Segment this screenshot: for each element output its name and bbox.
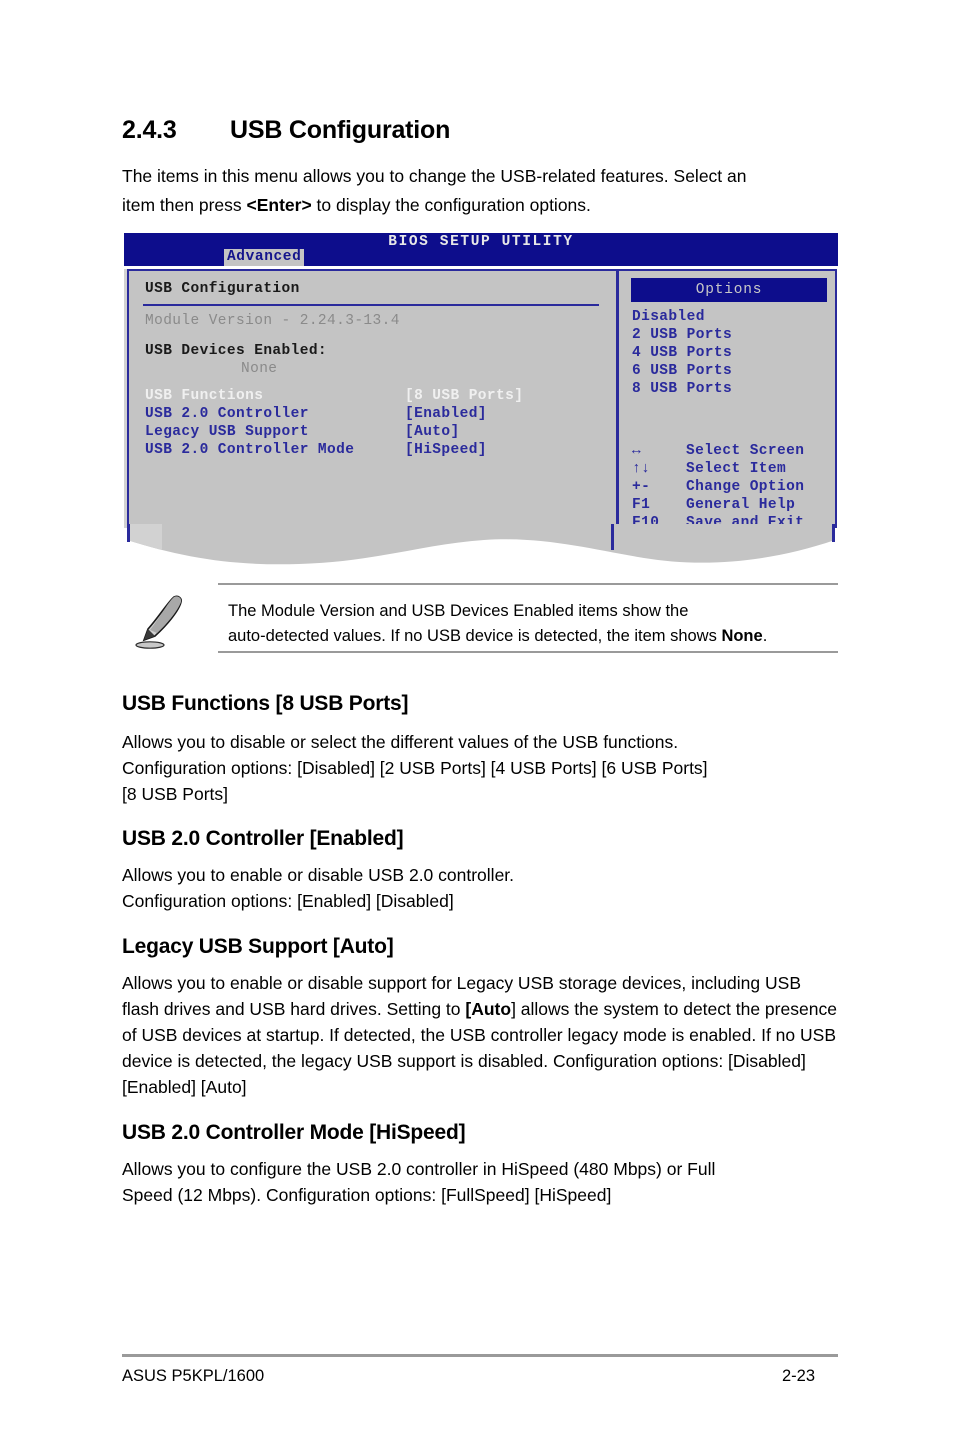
body-usb-functions: Allows you to disable or select the diff… — [122, 729, 840, 807]
body-line: Allows you to configure the USB 2.0 cont… — [122, 1159, 716, 1179]
subheading-legacy-usb-support: Legacy USB Support [Auto] — [122, 935, 394, 958]
body-line: Configuration options: [Enabled] [Disabl… — [122, 891, 454, 911]
nav-key-desc: Select Screen — [686, 443, 805, 459]
body-line: Configuration options: [Disabled] [2 USB… — [122, 758, 708, 778]
nav-key-desc: Select Item — [686, 461, 787, 477]
body-usb-20-controller: Allows you to enable or disable USB 2.0 … — [122, 862, 840, 914]
bios-panel-rule — [143, 304, 599, 306]
setting-value: [Auto] — [405, 424, 460, 440]
page-title: 2.4.3 USB Configuration — [122, 116, 842, 145]
body-line: Allows you to enable or disable USB 2.0 … — [122, 865, 515, 885]
up-down-arrow-icon: ↑↓ — [632, 461, 651, 477]
pencil-note-icon — [135, 595, 182, 649]
bios-panel-title: USB Configuration — [145, 281, 300, 297]
bios-window-title: BIOS SETUP UTILITY — [388, 234, 574, 250]
setting-row-usb-20-controller-mode[interactable]: USB 2.0 Controller Mode [HiSpeed] — [145, 442, 595, 460]
tab-advanced[interactable]: Advanced — [224, 249, 305, 266]
intro-line-2-pre: item then press — [122, 195, 247, 215]
torn-edge-decoration — [127, 524, 835, 565]
setting-row-usb-functions[interactable]: USB Functions [8 USB Ports] — [145, 388, 595, 406]
note-callout: The Module Version and USB Devices Enabl… — [130, 583, 838, 653]
auto-emphasis: [Auto — [465, 999, 512, 1019]
note-line-1: The Module Version and USB Devices Enabl… — [228, 602, 689, 620]
note-divider-top — [218, 583, 838, 585]
options-list: Disabled 2 USB Ports 4 USB Ports 6 USB P… — [632, 309, 832, 399]
subheading-usb-20-controller-mode: USB 2.0 Controller Mode [HiSpeed] — [122, 1121, 466, 1144]
note-line-2-pre: auto-detected values. If no USB device i… — [228, 627, 722, 645]
manual-page: 2.4.3 USB Configuration The items in this… — [0, 0, 954, 1438]
bios-setting-list: USB Functions [8 USB Ports] USB 2.0 Cont… — [145, 388, 595, 460]
body-line: [8 USB Ports] — [122, 784, 229, 804]
left-right-arrow-icon: ↔ — [632, 443, 642, 459]
section-number: 2.4.3 — [122, 116, 177, 144]
note-divider-bottom — [218, 651, 838, 653]
note-none-emphasis: None — [721, 627, 763, 645]
option-item[interactable]: 8 USB Ports — [632, 381, 832, 399]
body-line: Speed (12 Mbps). Configuration options: … — [122, 1185, 612, 1205]
body-usb-20-controller-mode: Allows you to configure the USB 2.0 cont… — [122, 1156, 840, 1208]
setting-value: [8 USB Ports] — [405, 388, 524, 404]
setting-row-usb-20-controller[interactable]: USB 2.0 Controller [Enabled] — [145, 406, 595, 424]
option-item[interactable]: 6 USB Ports — [632, 363, 832, 381]
footer-page-number: 2-23 — [782, 1367, 816, 1385]
intro-line-1: The items in this menu allows you to cha… — [122, 166, 747, 186]
nav-key-general-help: F1 General Help — [632, 497, 832, 515]
section-title: USB Configuration — [230, 116, 451, 144]
option-item[interactable]: Disabled — [632, 309, 832, 327]
enter-key-emphasis: <Enter> — [246, 195, 312, 215]
setting-label: Legacy USB Support — [145, 424, 309, 440]
bios-pane-divider — [616, 271, 619, 526]
setting-label: USB 2.0 Controller Mode — [145, 442, 355, 458]
setting-label: USB Functions — [145, 388, 264, 404]
footer-product-name: ASUS P5KPL/1600 — [122, 1367, 265, 1385]
nav-key-select-item: ↑↓ Select Item — [632, 461, 832, 479]
setting-row-legacy-usb-support[interactable]: Legacy USB Support [Auto] — [145, 424, 595, 442]
setting-label: USB 2.0 Controller — [145, 406, 309, 422]
option-item[interactable]: 4 USB Ports — [632, 345, 832, 363]
section-intro: The items in this menu allows you to cha… — [122, 162, 834, 220]
plus-minus-icon: +- — [632, 479, 651, 495]
setting-value: [HiSpeed] — [405, 442, 487, 458]
bios-screenshot: BIOS SETUP UTILITY Advanced USB Configur… — [124, 233, 840, 565]
note-text: The Module Version and USB Devices Enabl… — [228, 599, 828, 649]
options-panel-title: Options — [695, 282, 763, 298]
usb-devices-enabled-value: None — [241, 361, 278, 377]
nav-key-desc: General Help — [686, 497, 796, 513]
subheading-usb-20-controller: USB 2.0 Controller [Enabled] — [122, 827, 404, 850]
footer-divider — [122, 1354, 838, 1357]
subheading-usb-functions: USB Functions [8 USB Ports] — [122, 692, 409, 715]
nav-key-change-option: +- Change Option — [632, 479, 832, 497]
nav-key-desc: Change Option — [686, 479, 805, 495]
body-line: Allows you to disable or select the diff… — [122, 732, 679, 752]
body-legacy-usb-support: Allows you to enable or disable support … — [122, 970, 840, 1100]
bios-content-frame: USB Configuration Module Version - 2.24.… — [127, 269, 837, 549]
f1-key-icon: F1 — [632, 497, 651, 513]
setting-value: [Enabled] — [405, 406, 487, 422]
options-panel-header: Options — [631, 278, 827, 302]
option-item[interactable]: 2 USB Ports — [632, 327, 832, 345]
usb-devices-enabled-label: USB Devices Enabled: — [145, 343, 328, 359]
nav-key-select-screen: ↔ Select Screen — [632, 443, 832, 461]
bios-title-bar: BIOS SETUP UTILITY Advanced — [124, 233, 838, 266]
note-line-2-post: . — [762, 627, 768, 645]
intro-line-2-post: to display the configuration options. — [311, 195, 591, 215]
module-version-text: Module Version - 2.24.3-13.4 — [145, 313, 400, 329]
